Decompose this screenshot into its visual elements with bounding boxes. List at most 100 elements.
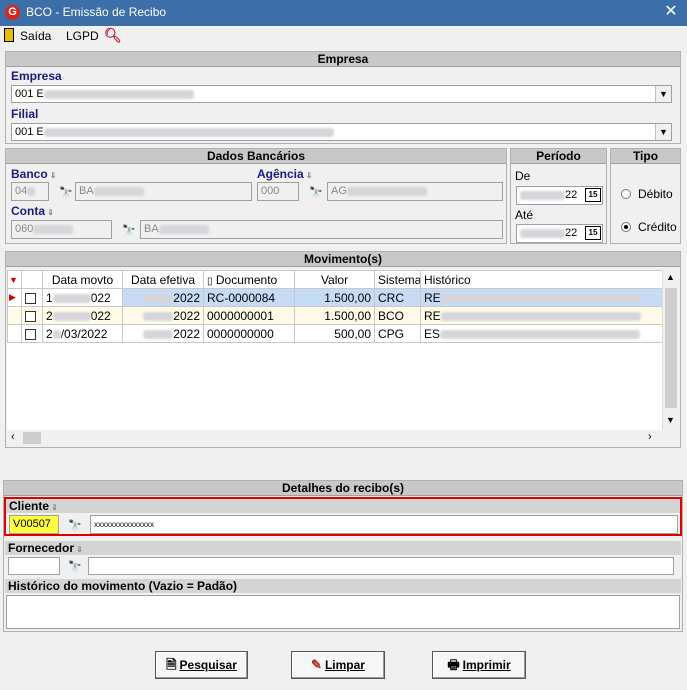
cliente-label: Cliente ⇓ <box>9 499 58 513</box>
app-icon: G <box>5 5 20 20</box>
h-scroll-thumb[interactable] <box>23 432 41 444</box>
cliente-name-field[interactable]: xxxxxxxxxxxxxxx <box>90 515 678 534</box>
agencia-code-field[interactable]: 000 <box>257 182 299 201</box>
col-header-documento[interactable]: ▯ Documento <box>203 270 295 289</box>
conta-label: Conta ⇓ <box>11 204 54 218</box>
window-title: BCO - Emissão de Recibo <box>26 5 167 19</box>
debito-label: Débito <box>638 187 673 201</box>
conta-name-field[interactable]: BA <box>140 220 503 239</box>
grid-corner: ▼ <box>7 270 22 289</box>
fornecedor-code-field[interactable] <box>8 557 60 575</box>
menu-lgpd[interactable]: LGPD <box>66 29 99 43</box>
cliente-group: Cliente ⇓ V00507 🔭 xxxxxxxxxxxxxxx <box>4 497 682 536</box>
cell-documento: 0000000001 <box>203 306 295 325</box>
grid-check-header <box>21 270 43 289</box>
cell-sistema: CPG <box>374 324 421 343</box>
cell-data-efetiva: 2022 <box>122 324 204 343</box>
chevron-down-icon[interactable]: ▼ <box>655 86 671 102</box>
binoculars-icon[interactable]: 🔭 <box>309 186 323 199</box>
binoculars-icon[interactable]: 🔭 <box>68 519 82 532</box>
table-row[interactable]: ▶ 1 022 2022 RC-0000084 1.500,00 CRC RE <box>7 288 663 307</box>
dados-bancarios-panel: Dados Bancários Banco ⇓ 04 🔭 BA Agência … <box>5 148 507 244</box>
cliente-header-bar <box>6 499 680 513</box>
vertical-scrollbar[interactable]: ▲ ▼ <box>662 270 678 430</box>
scroll-thumb[interactable] <box>665 288 677 408</box>
row-checkbox[interactable] <box>21 288 43 307</box>
cell-documento: RC-0000084 <box>203 288 295 307</box>
cliente-code-field[interactable]: V00507 <box>9 515 59 534</box>
document-icon: ▯ <box>207 275 213 287</box>
search-document-icon: 🗎 <box>166 657 177 672</box>
binoculars-icon[interactable]: 🔭 <box>68 560 82 573</box>
scroll-down-icon[interactable]: ▼ <box>666 415 675 425</box>
col-header-sistema[interactable]: Sistema <box>374 270 421 289</box>
calendar-icon[interactable]: 15 <box>585 226 601 240</box>
pesquisar-button[interactable]: 🗎 Pesquisar <box>155 651 248 679</box>
cell-data-movto: 1 022 <box>42 288 123 307</box>
col-header-valor[interactable]: Valor <box>294 270 375 289</box>
cell-sistema: BCO <box>374 306 421 325</box>
filial-select[interactable]: 001 E ▼ <box>11 123 672 141</box>
filial-label: Filial <box>11 107 39 121</box>
title-bar: G BCO - Emissão de Recibo ✕ <box>0 0 687 26</box>
chevron-down-icon[interactable]: ▼ <box>655 124 671 140</box>
scroll-up-icon[interactable]: ▲ <box>666 272 675 282</box>
binoculars-icon[interactable]: 🔭 <box>59 186 73 199</box>
banco-name-field[interactable]: BA <box>75 182 252 201</box>
menu-exit[interactable]: Saída <box>20 29 51 43</box>
scroll-right-icon[interactable]: › <box>648 431 652 443</box>
empresa-select[interactable]: 001 E ▼ <box>11 85 672 103</box>
col-header-data-movto[interactable]: Data movto <box>42 270 123 289</box>
col-header-data-efetiva[interactable]: Data efetiva <box>122 270 204 289</box>
col-header-historico[interactable]: Histórico <box>420 270 663 289</box>
tipo-panel: Tipo Débito Crédito <box>610 148 681 244</box>
empresa-label: Empresa <box>11 69 62 83</box>
banco-code-field[interactable]: 04 <box>11 182 49 201</box>
cell-documento: 0000000000 <box>203 324 295 343</box>
calendar-icon[interactable]: 15 <box>585 188 601 202</box>
debito-radio[interactable] <box>621 189 631 199</box>
filial-value: 001 E <box>15 126 44 138</box>
limpar-button[interactable]: ✎ Limpar <box>291 651 385 679</box>
banco-label: Banco ⇓ <box>11 167 57 181</box>
tipo-header: Tipo <box>611 149 680 164</box>
horizontal-scrollbar[interactable]: ‹ › <box>7 430 662 446</box>
cell-data-efetiva: 2022 <box>122 288 204 307</box>
movimentos-panel: Movimento(s) ▼ Data movto Data efetiva ▯… <box>5 251 681 448</box>
exit-door-icon <box>4 28 14 42</box>
search-icon[interactable]: 🔍︎ <box>104 27 122 44</box>
fornecedor-header-bar <box>5 541 681 555</box>
row-checkbox[interactable] <box>21 324 43 343</box>
credito-radio[interactable] <box>621 222 631 232</box>
ate-label: Até <box>515 208 534 222</box>
cell-valor: 1.500,00 <box>294 288 375 307</box>
empresa-header: Empresa <box>6 52 680 67</box>
conta-code-field[interactable]: 060 <box>11 220 112 239</box>
periodo-header: Período <box>511 149 606 164</box>
periodo-panel: Período De 22 15 Até 22 15 <box>510 148 607 244</box>
de-label: De <box>515 169 531 183</box>
agencia-name-field[interactable]: AG <box>327 182 503 201</box>
binoculars-icon[interactable]: 🔭 <box>122 224 136 237</box>
ate-date-field[interactable]: 22 15 <box>516 224 603 243</box>
cell-data-efetiva: 2022 <box>122 306 204 325</box>
detalhes-panel: Detalhes do recibo(s) Cliente ⇓ V00507 🔭… <box>3 480 683 632</box>
imprimir-button[interactable]: 🖶 Imprimir <box>432 651 526 679</box>
empresa-panel: Empresa Empresa 001 E ▼ Filial 001 E ▼ <box>5 51 681 144</box>
table-row[interactable]: 2/03/2022 2022 0000000000 500,00 CPG ES <box>7 324 663 343</box>
scroll-left-icon[interactable]: ‹ <box>11 431 15 443</box>
historico-label: Histórico do movimento (Vazio = Padão) <box>8 579 238 593</box>
cell-valor: 500,00 <box>294 324 375 343</box>
cell-data-movto: 2/03/2022 <box>42 324 123 343</box>
detalhes-header: Detalhes do recibo(s) <box>4 481 682 496</box>
fornecedor-name-field[interactable] <box>88 557 674 575</box>
cell-sistema: CRC <box>374 288 421 307</box>
historico-textarea[interactable] <box>6 595 680 629</box>
menu-bar: Saída LGPD 🔍︎ <box>0 26 687 46</box>
row-indicator <box>7 306 22 325</box>
close-button[interactable]: ✕ <box>660 2 682 22</box>
row-checkbox[interactable] <box>21 306 43 325</box>
table-row[interactable]: 2 022 2022 0000000001 1.500,00 BCO RE <box>7 306 663 325</box>
printer-icon: 🖶 <box>447 657 460 672</box>
de-date-field[interactable]: 22 15 <box>516 186 603 205</box>
